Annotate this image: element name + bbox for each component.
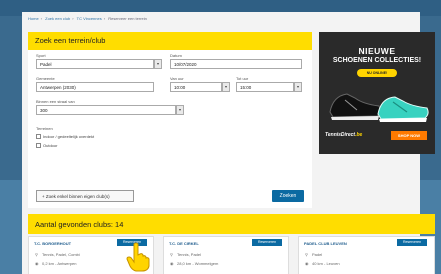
radius-label: Binnen een straal van [36, 99, 75, 104]
radius-dropdown-icon[interactable]: ▾ [176, 105, 184, 115]
club-address-text: 0,2 km - Antwerpen [42, 261, 77, 266]
to-hour-select[interactable]: 15:00 [236, 82, 294, 92]
search-submit-button[interactable]: Zoeken [272, 190, 304, 202]
racket-icon: ⚲ [305, 252, 308, 257]
filter-indoor-checkbox[interactable] [36, 134, 41, 140]
breadcrumb-club[interactable]: TC Vincennes [77, 16, 102, 21]
club-sports-text: Tennis, Padel [177, 252, 202, 257]
club-sports: ⚲ Padel [305, 252, 322, 257]
club-address: ◉ 0,2 km - Antwerpen [35, 261, 76, 266]
ad-brand-name: TennisDirect [325, 132, 356, 138]
club-sports: ⚲ Tennis, Padel [170, 252, 201, 257]
filters-label: Terreinen [36, 126, 53, 131]
to-hour-label: Tot uur [236, 76, 249, 81]
search-card-body: Sport Padel ▾ Datum 10/07/2020 Gemeente … [28, 50, 312, 208]
search-card: Zoek een terrein/club Sport Padel ▾ Datu… [28, 32, 312, 208]
ad-subtitle: SCHOENEN COLLECTIES! [332, 57, 422, 64]
ad-brand: TennisDirect.be [325, 132, 362, 138]
reserve-button[interactable]: Reserveren [252, 239, 282, 246]
from-hour-label: Van uur [170, 76, 184, 81]
club-name[interactable]: T.C. DE CIRKEL [169, 241, 199, 246]
reserve-button[interactable]: Reserveren [397, 239, 427, 246]
filter-outdoor-label: Outdoor [43, 143, 58, 148]
own-clubs-button[interactable]: + Zoek enkel binnen eigen club(s) [36, 190, 134, 202]
club-address: ◉ 40 km - Leuven [305, 261, 340, 266]
club-address-text: 28,0 km - Wommelgem [177, 261, 219, 266]
hand-cursor-icon [126, 242, 150, 272]
date-field[interactable]: 10/07/2020 [170, 59, 302, 69]
from-hour-select[interactable]: 10:00 [170, 82, 222, 92]
breadcrumb-search[interactable]: Zoek een club [45, 16, 70, 21]
location-label: Gemeente [36, 76, 55, 81]
club-sports-text: Tennis, Padel, Combi [42, 252, 80, 257]
shoe-teal-icon [377, 96, 429, 122]
filter-outdoor-row[interactable]: Outdoor [36, 143, 58, 149]
ad-banner[interactable]: NIEUWE SCHOENEN COLLECTIES! NU ONLINE! T… [319, 32, 435, 154]
sport-dropdown-icon[interactable]: ▾ [154, 59, 162, 69]
club-sports-text: Padel [312, 252, 323, 257]
results-title: Aantal gevonden clubs: 14 [28, 214, 435, 234]
racket-icon: ⚲ [35, 252, 38, 257]
search-card-title: Zoek een terrein/club [28, 32, 312, 50]
ad-shop-button[interactable]: SHOP NOW [391, 131, 427, 140]
ad-brand-suffix: .be [355, 132, 363, 138]
sport-select[interactable]: Padel [36, 59, 154, 69]
location-field[interactable]: Antwerpen (2030) [36, 82, 154, 92]
breadcrumb-home[interactable]: Home [28, 16, 39, 21]
filter-outdoor-checkbox[interactable] [36, 143, 41, 149]
club-card[interactable]: PADEL CLUB LEUVEN Reserveren ⚲ Padel ◉ 40 … [298, 236, 435, 274]
page-container: Home › Zoek een club › TC Vincennes › Reser… [22, 12, 435, 274]
club-name[interactable]: T.C. BORGERHOUT [34, 241, 71, 246]
location-pin-icon: ◉ [35, 261, 39, 266]
location-pin-icon: ◉ [170, 261, 174, 266]
filter-indoor-label: Indoor / gedeeltelijk overdekt [43, 134, 95, 139]
club-address-text: 40 km - Leuven [312, 261, 340, 266]
location-pin-icon: ◉ [305, 261, 309, 266]
from-hour-dropdown-icon[interactable]: ▾ [222, 82, 230, 92]
club-card[interactable]: T.C. DE CIRKEL Reserveren ⚲ Tennis, Padel… [163, 236, 289, 274]
ad-pill: NU ONLINE! [357, 69, 397, 77]
club-name[interactable]: PADEL CLUB LEUVEN [304, 241, 347, 246]
to-hour-dropdown-icon[interactable]: ▾ [294, 82, 302, 92]
breadcrumb: Home › Zoek een club › TC Vincennes › Reser… [28, 16, 147, 21]
ad-title: NIEUWE [358, 46, 396, 56]
filter-indoor-row[interactable]: Indoor / gedeeltelijk overdekt [36, 134, 95, 140]
club-sports: ⚲ Tennis, Padel, Combi [35, 252, 80, 257]
racket-icon: ⚲ [170, 252, 173, 257]
radius-select[interactable]: 300 [36, 105, 176, 115]
club-address: ◉ 28,0 km - Wommelgem [170, 261, 218, 266]
sport-label: Sport [36, 53, 46, 58]
date-label: Datum [170, 53, 182, 58]
breadcrumb-current: Reserveer een terrein [108, 16, 147, 21]
